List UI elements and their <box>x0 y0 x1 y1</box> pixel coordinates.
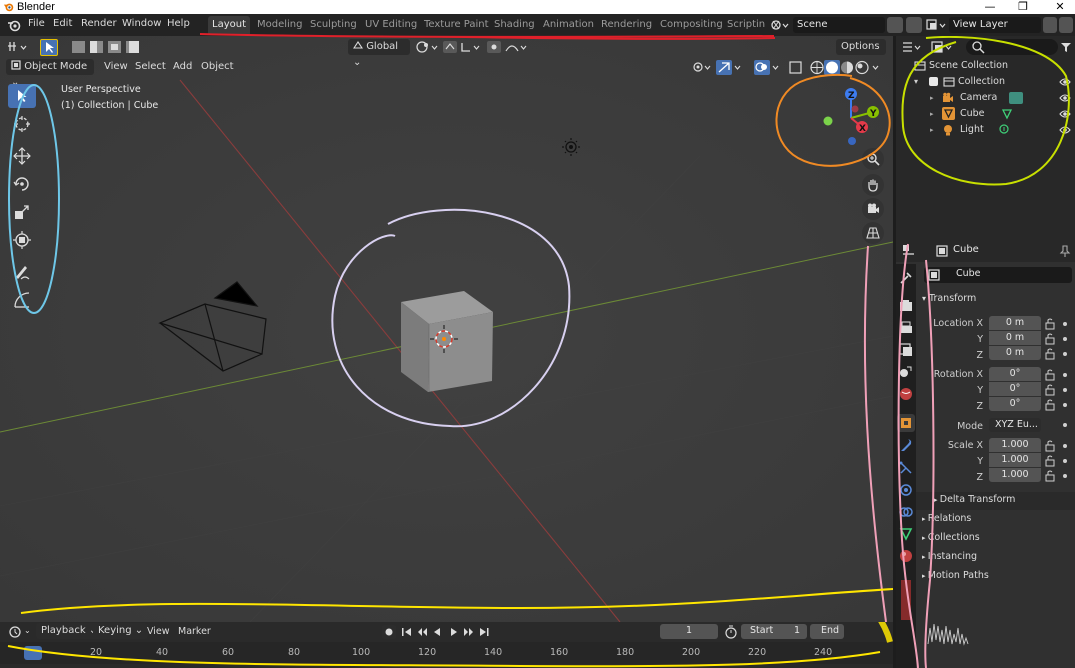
annotation-yellow-lower <box>7 622 893 668</box>
timeline-panel: ⌄ Playback ⌄ Keying ⌄ View Marker 1 Star… <box>0 622 893 668</box>
menu-edit[interactable]: Edit <box>53 18 72 29</box>
annotation-pink-stroke-left <box>863 245 887 622</box>
view-layer-field[interactable]: View Layer <box>949 17 1041 33</box>
annotation-lavender-loop <box>331 208 571 428</box>
scene-selector-icon[interactable] <box>770 18 790 32</box>
delete-view-layer-button[interactable] <box>1059 17 1073 33</box>
menu-file[interactable]: File <box>28 18 45 29</box>
view-layer-icon[interactable] <box>926 18 948 32</box>
menu-render[interactable]: Render <box>81 18 117 29</box>
new-scene-button[interactable] <box>887 17 903 33</box>
blender-logo-icon <box>3 3 14 12</box>
annotation-yellow-upper <box>20 588 893 614</box>
annotation-orange-loop <box>775 73 891 167</box>
menu-window[interactable]: Window <box>122 18 161 29</box>
3d-viewport[interactable]: Global ⌄ Options ⌄ Object Mode ⌄ View Se… <box>0 36 893 622</box>
annotation-red-tabs <box>199 33 775 38</box>
window-title: Blender <box>17 1 55 13</box>
blender-menu-icon[interactable] <box>7 18 21 32</box>
menu-help[interactable]: Help <box>167 18 190 29</box>
window-titlebar: Blender — ❐ ✕ <box>0 0 1075 14</box>
minimize-button[interactable]: — <box>980 0 1000 14</box>
annotation-pink-loop <box>897 243 935 668</box>
annotation-cyan-loop <box>8 84 60 314</box>
new-view-layer-button[interactable] <box>1043 17 1057 33</box>
annotation-layer <box>8 36 893 622</box>
outliner-panel: Scene Collection ▾ Collection ▸ Camera ▸… <box>896 36 1075 240</box>
delete-scene-button[interactable] <box>906 17 922 33</box>
annotation-lime-loop <box>901 36 1070 186</box>
close-button[interactable]: ✕ <box>1050 0 1070 14</box>
scene-name-field[interactable]: Scene <box>793 17 885 33</box>
properties-panel: Cube Cube ▾ Transform Location X 0 m Y 0… <box>896 240 1075 668</box>
maximize-button[interactable]: ❐ <box>1013 0 1033 14</box>
